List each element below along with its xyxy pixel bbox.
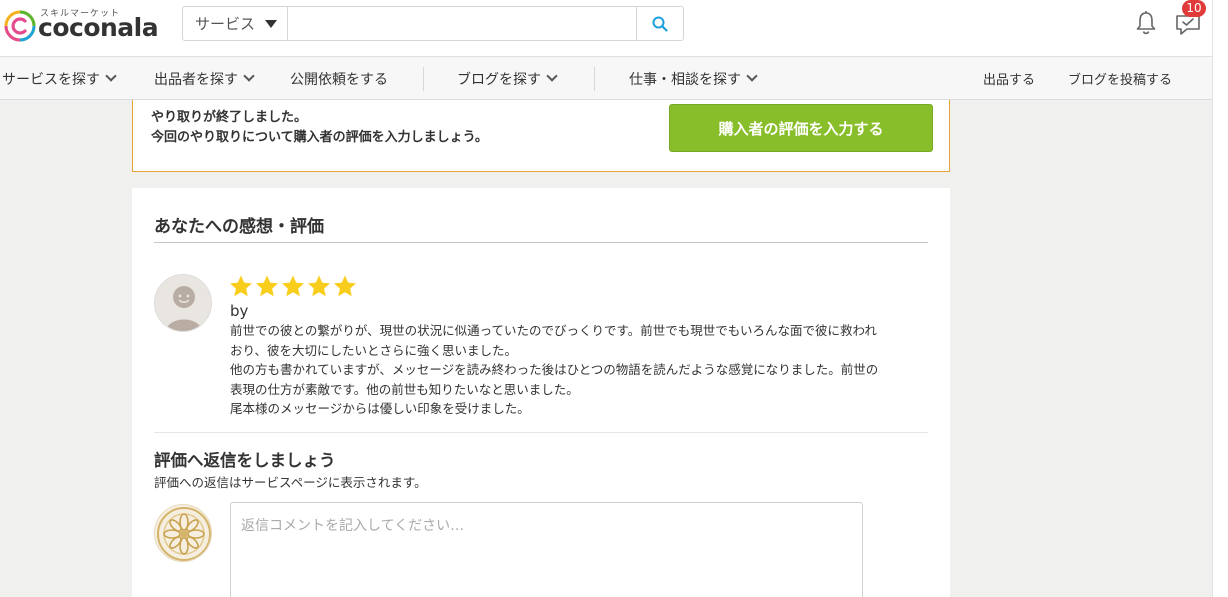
chevron-down-icon (746, 70, 758, 82)
nav-label: 出品者を探す (154, 71, 238, 88)
nav-label: ブログを探す (457, 71, 541, 88)
star-rating (229, 274, 357, 298)
nav-divider (423, 67, 424, 91)
seller-avatar (154, 504, 212, 562)
nav-find-jobs[interactable]: 仕事・相談を探す (629, 57, 758, 100)
review-card: あなたへの感想・評価 by 前世での彼との繋がりが、現世の状況に似通っていたので… (132, 188, 950, 597)
section-divider (154, 242, 928, 243)
star-icon (334, 275, 356, 297)
nav-post-blog[interactable]: ブログを投稿する (1068, 57, 1172, 100)
transaction-complete-notice: やり取りが終了しました。 今回のやり取りについて購入者の評価を入力しましょう。 … (132, 100, 950, 172)
nav-label: 公開依頼をする (290, 71, 388, 88)
review-section-title: あなたへの感想・評価 (154, 217, 324, 237)
rate-buyer-button[interactable]: 購入者の評価を入力する (669, 104, 933, 152)
review-divider (154, 432, 928, 433)
nav-find-blogs[interactable]: ブログを探す (457, 57, 558, 100)
chevron-down-icon (243, 70, 255, 82)
reply-section-subtitle: 評価への返信はサービスページに表示されます。 (154, 475, 427, 490)
bell-icon[interactable] (1134, 10, 1158, 36)
star-icon (256, 275, 278, 297)
notification-badge: 10 (1182, 0, 1206, 17)
star-icon (282, 275, 304, 297)
nav-label: 出品する (983, 73, 1036, 88)
star-icon (308, 275, 330, 297)
reply-section-title: 評価へ返信をしましょう (154, 451, 336, 470)
caret-down-icon (265, 19, 278, 28)
review-line: 表現の仕方が素敵です。他の前世も知りたいなと思いました。 (230, 381, 579, 397)
notice-message: やり取りが終了しました。 今回のやり取りについて購入者の評価を入力しましょう。 (151, 108, 488, 148)
search-icon (652, 16, 668, 32)
nav-divider (594, 67, 595, 91)
default-user-icon (155, 275, 211, 331)
review-line: 前世での彼との繋がりが、現世の状況に似通っていたのでびっくりです。前世でも現世で… (230, 323, 877, 338)
search-button[interactable] (636, 7, 683, 40)
logo-wordmark: coconala (38, 13, 159, 42)
search-bar: サービス (182, 6, 684, 41)
nav-label: 仕事・相談を探す (629, 71, 741, 88)
main-nav: サービスを探す 出品者を探す 公開依頼をする ブログを探す 仕事・相談を探す 出… (0, 57, 1212, 100)
chevron-down-icon (105, 70, 117, 82)
mandala-avatar-icon (155, 505, 211, 561)
reply-comment-input[interactable] (230, 502, 863, 597)
nav-find-services[interactable]: サービスを探す (2, 57, 117, 100)
notice-line: やり取りが終了しました。 (151, 110, 308, 125)
review-line: 他の方も書かれていますが、メッセージを読み終わった後はひとつの物語を読んだような… (230, 362, 879, 377)
coconala-logo[interactable]: スキルマーケット coconala (4, 6, 164, 46)
page-scrollbar[interactable] (1212, 0, 1228, 597)
review-text: 前世での彼との繋がりが、現世の状況に似通っていたのでびっくりです。前世でも現世で… (230, 321, 930, 419)
star-icon (230, 275, 252, 297)
search-category-select[interactable]: サービス (183, 7, 288, 40)
nav-public-request[interactable]: 公開依頼をする (290, 57, 388, 100)
nav-label: ブログを投稿する (1068, 73, 1173, 88)
search-input[interactable] (289, 7, 637, 40)
nav-sell[interactable]: 出品する (983, 57, 1035, 100)
search-category-label: サービス (195, 15, 256, 33)
logo-c-icon (4, 10, 36, 42)
review-line: おり、彼を大切にしたいとさらに強く思いました。 (230, 342, 518, 358)
nav-find-sellers[interactable]: 出品者を探す (154, 57, 255, 100)
chevron-down-icon (546, 70, 558, 82)
notice-line: 今回のやり取りについて購入者の評価を入力しましょう。 (151, 130, 488, 145)
reviewer-byline: by (230, 302, 249, 320)
reviewer-avatar (154, 274, 212, 332)
top-header: スキルマーケット coconala サービス 10 (0, 0, 1228, 57)
review-line: 尾本様のメッセージからは優しい印象を受けました。 (230, 401, 530, 416)
nav-label: サービスを探す (2, 71, 100, 88)
